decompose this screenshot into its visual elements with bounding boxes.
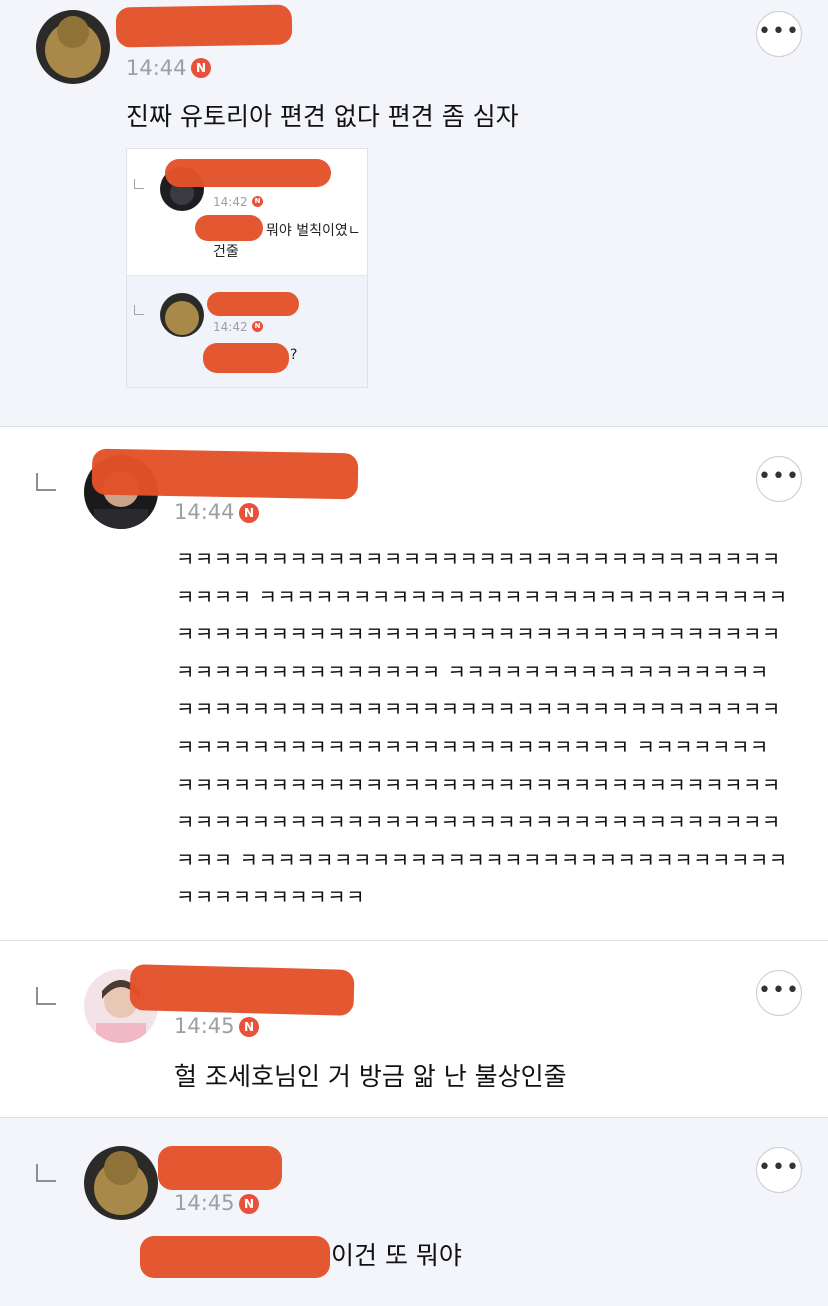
text-line: ㅋㅋㅋㅋㅋㅋㅋㅋㅋㅋㅋㅋㅋㅋㅋㅋㅋㅋㅋㅋㅋㅋㅋㅋㅋㅋㅋㅋㅋㅋㅋㅋ — [176, 547, 781, 571]
text-line: ㅋㅋㅋㅋㅋㅋㅋㅋㅋㅋㅋㅋㅋㅋㅋㅋㅋㅋㅋㅋㅋㅋㅋㅋ ㅋㅋㅋㅋㅋㅋㅋ — [176, 734, 769, 759]
more-options-button[interactable]: ••• — [756, 11, 802, 57]
text-line: ㅋㅋㅋ ㅋㅋㅋㅋㅋㅋㅋㅋㅋㅋㅋㅋㅋㅋㅋㅋㅋㅋㅋㅋㅋㅋㅋㅋㅋㅋㅋㅋㅋ — [176, 847, 788, 872]
redacted-text — [203, 343, 289, 373]
timestamp: 14:45 — [174, 1191, 235, 1215]
more-options-button[interactable]: ••• — [756, 970, 802, 1016]
redacted-username — [129, 964, 355, 1016]
redacted-username — [158, 1146, 282, 1190]
comment-2: 14:44 N ••• ㅋㅋㅋㅋㅋㅋㅋㅋㅋㅋㅋㅋㅋㅋㅋㅋㅋㅋㅋㅋㅋㅋㅋㅋㅋㅋㅋㅋ… — [0, 427, 828, 939]
new-badge-icon: N — [239, 503, 259, 523]
timestamp: 14:45 — [174, 1014, 235, 1038]
new-badge-icon: N — [252, 196, 263, 207]
comment-text: 이건 또 뭐야 — [331, 1241, 462, 1270]
text-line: ㅋㅋㅋㅋㅋㅋㅋㅋㅋㅋㅋㅋㅋㅋㅋㅋㅋㅋㅋㅋㅋㅋㅋㅋㅋㅋㅋㅋㅋㅋㅋㅋ — [176, 772, 781, 797]
timestamp: 14:44 — [126, 56, 187, 80]
quoted-text: 건줄 — [213, 244, 239, 260]
avatar-buddha[interactable] — [36, 10, 110, 84]
comment-4: 14:45 N ••• 이건 또 뭐야 — [0, 1118, 828, 1306]
reply-arrow-icon — [36, 1164, 56, 1182]
avatar-buddha[interactable] — [84, 1146, 158, 1220]
quoted-text: 뭐야 벌칙이였ㄴ — [266, 223, 361, 239]
reply-arrow-icon — [36, 987, 56, 1005]
text-line: ㅋㅋㅋㅋㅋㅋㅋㅋㅋㅋㅋㅋㅋㅋ ㅋㅋㅋㅋㅋㅋㅋㅋㅋㅋㅋㅋㅋㅋㅋㅋㅋ — [176, 659, 769, 684]
comment-3: 14:45 N ••• 헐 조세호님인 거 방금 앎 난 불상인줄 — [0, 941, 828, 1117]
reply-arrow-icon — [36, 473, 56, 491]
text-line: ㅋㅋㅋㅋㅋㅋㅋㅋㅋㅋ — [176, 885, 365, 910]
text-line: ㅋㅋㅋㅋ ㅋㅋㅋㅋㅋㅋㅋㅋㅋㅋㅋㅋㅋㅋㅋㅋㅋㅋㅋㅋㅋㅋㅋㅋㅋㅋㅋㅋ — [176, 584, 788, 609]
quoted-text: ? — [290, 347, 298, 363]
new-badge-icon: N — [191, 58, 211, 78]
text-line: ㅋㅋㅋㅋㅋㅋㅋㅋㅋㅋㅋㅋㅋㅋㅋㅋㅋㅋㅋㅋㅋㅋㅋㅋㅋㅋㅋㅋㅋㅋㅋㅋ — [176, 622, 781, 647]
timestamp: 14:44 — [174, 500, 235, 524]
timestamp: 14:42 — [213, 195, 248, 209]
redacted-username — [207, 292, 299, 316]
new-badge-icon: N — [239, 1194, 259, 1214]
avatar-buddha — [160, 293, 204, 337]
text-line: ㅋㅋㅋㅋㅋㅋㅋㅋㅋㅋㅋㅋㅋㅋㅋㅋㅋㅋㅋㅋㅋㅋㅋㅋㅋㅋㅋㅋㅋㅋㅋㅋ — [176, 697, 781, 722]
redacted-username — [165, 159, 331, 187]
redacted-text — [195, 215, 263, 241]
comment-1: 14:44 N ••• 진짜 유토리아 편견 없다 편견 좀 심자 14:42 … — [0, 0, 828, 426]
comment-text: 헐 조세호님인 거 방금 앎 난 불상인줄 — [174, 1062, 567, 1091]
new-badge-icon: N — [252, 321, 263, 332]
quoted-screenshot[interactable]: 14:42 N 뭐야 벌칙이였ㄴ 건줄 14:42 N ? — [126, 148, 368, 388]
reply-arrow-icon — [134, 305, 144, 315]
comment-text: ㅋㅋㅋㅋㅋㅋㅋㅋㅋㅋㅋㅋㅋㅋㅋㅋㅋㅋㅋㅋㅋㅋㅋㅋㅋㅋㅋㅋㅋㅋㅋㅋ ㅋㅋㅋㅋ ㅋㅋ… — [176, 541, 796, 917]
more-options-button[interactable]: ••• — [756, 1147, 802, 1193]
comment-text: 진짜 유토리아 편견 없다 편견 좀 심자 — [126, 102, 519, 131]
redacted-text — [140, 1236, 330, 1278]
reply-arrow-icon — [134, 179, 144, 189]
redacted-username — [115, 4, 293, 48]
timestamp: 14:42 — [213, 320, 248, 334]
text-line: ㅋㅋㅋㅋㅋㅋㅋㅋㅋㅋㅋㅋㅋㅋㅋㅋㅋㅋㅋㅋㅋㅋㅋㅋㅋㅋㅋㅋㅋㅋㅋㅋ — [176, 810, 781, 835]
more-options-button[interactable]: ••• — [756, 456, 802, 502]
redacted-username — [91, 448, 359, 500]
new-badge-icon: N — [239, 1017, 259, 1037]
